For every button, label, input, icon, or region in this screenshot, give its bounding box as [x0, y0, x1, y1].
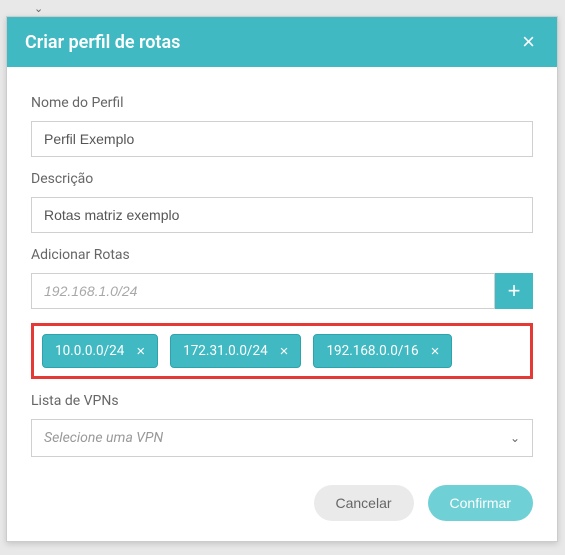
add-route-input[interactable] [31, 273, 495, 309]
remove-route-button[interactable]: × [431, 344, 440, 359]
routes-chip-container: 10.0.0.0/24 × 172.31.0.0/24 × 192.168.0.… [31, 323, 533, 379]
vpn-select[interactable]: Selecione uma VPN ⌄ [31, 419, 533, 457]
cancel-button[interactable]: Cancelar [314, 485, 414, 521]
plus-icon: + [508, 278, 521, 304]
modal-footer: Cancelar Confirmar [7, 467, 557, 541]
add-route-button[interactable]: + [495, 273, 533, 309]
vpn-list-label: Lista de VPNs [31, 393, 533, 409]
vpn-select-wrapper: Selecione uma VPN ⌄ [31, 419, 533, 457]
route-chip[interactable]: 172.31.0.0/24 × [170, 334, 301, 368]
close-icon: × [136, 343, 145, 360]
description-label: Descrição [31, 171, 533, 187]
route-chip[interactable]: 10.0.0.0/24 × [42, 334, 158, 368]
route-chip-label: 10.0.0.0/24 [55, 343, 124, 359]
modal-title: Criar perfil de rotas [25, 32, 180, 53]
modal-header: Criar perfil de rotas × [7, 17, 557, 67]
route-chip[interactable]: 192.168.0.0/16 × [313, 334, 452, 368]
modal-body: Nome do Perfil Descrição Adicionar Rotas… [7, 67, 557, 467]
remove-route-button[interactable]: × [280, 344, 289, 359]
bg-chevron-down-icon: ⌄ [34, 2, 43, 15]
close-icon: × [431, 343, 440, 360]
close-button[interactable]: × [518, 31, 539, 53]
remove-route-button[interactable]: × [136, 344, 145, 359]
add-routes-label: Adicionar Rotas [31, 247, 533, 263]
profile-name-input[interactable] [31, 121, 533, 157]
profile-name-label: Nome do Perfil [31, 95, 533, 111]
create-route-profile-modal: Criar perfil de rotas × Nome do Perfil D… [6, 16, 558, 542]
route-chip-label: 172.31.0.0/24 [183, 343, 268, 359]
close-icon: × [280, 343, 289, 360]
vpn-select-placeholder: Selecione uma VPN [44, 430, 163, 446]
add-route-row: + [31, 273, 533, 309]
chevron-down-icon: ⌄ [510, 431, 520, 445]
description-input[interactable] [31, 197, 533, 233]
close-icon: × [522, 29, 535, 54]
route-chip-label: 192.168.0.0/16 [326, 343, 418, 359]
confirm-button[interactable]: Confirmar [428, 485, 533, 521]
